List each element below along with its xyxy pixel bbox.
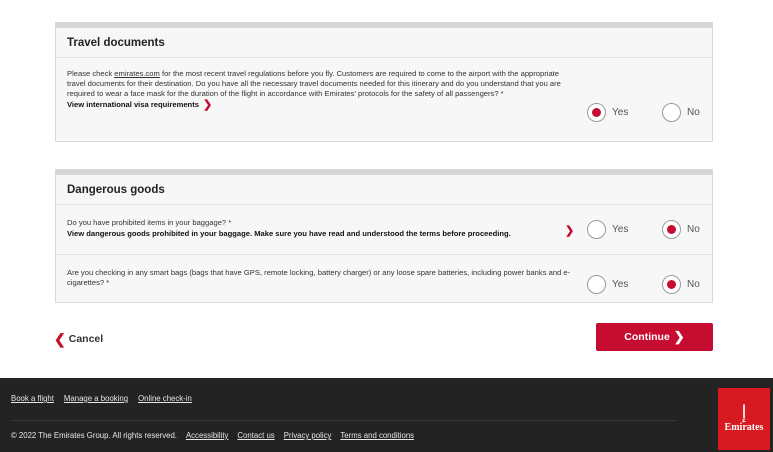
visa-requirements-link[interactable]: View international visa requirements ❯ [67, 99, 567, 111]
footer-link-manage-booking[interactable]: Manage a booking [64, 394, 128, 403]
radio-circle [587, 275, 606, 294]
footer-link-terms[interactable]: Terms and conditions [340, 431, 414, 440]
emirates-link[interactable]: emirates.com [114, 69, 160, 78]
radio-selected-dot [592, 108, 601, 117]
radio-selected-dot [667, 280, 676, 289]
prohibited-items-yes-radio[interactable]: Yes [587, 220, 628, 239]
footer: Book a flight Manage a booking Online ch… [0, 378, 773, 452]
smart-bags-no-radio[interactable]: No [662, 275, 700, 294]
dangerous-goods-panel: Dangerous goods Do you have prohibited i… [55, 169, 713, 303]
footer-link-book-flight[interactable]: Book a flight [11, 394, 54, 403]
travel-documents-panel: Travel documents Please check emirates.c… [55, 22, 713, 142]
cancel-label: Cancel [68, 333, 104, 345]
question-text-part: Please check [67, 69, 115, 78]
chevron-right-icon: ❯ [202, 99, 213, 111]
radio-label: No [687, 224, 700, 235]
chevron-right-icon[interactable]: ❯ [565, 226, 574, 237]
question-text: Please check emirates.com for the most r… [67, 69, 567, 111]
panel-title: Travel documents [67, 36, 165, 49]
radio-label: Yes [612, 107, 629, 118]
radio-label: Yes [612, 224, 629, 235]
prohibited-items-question: Do you have prohibited items in your bag… [56, 205, 712, 255]
chevron-right-icon: ❯ [673, 329, 685, 344]
logo-text: Emirates [724, 422, 764, 433]
footer-divider [11, 420, 676, 421]
cancel-button[interactable]: ❮ Cancel [54, 331, 104, 347]
radio-circle [662, 103, 681, 122]
question-text-line: Do you have prohibited items in your bag… [67, 218, 232, 227]
prohibited-items-no-radio[interactable]: No [662, 220, 700, 239]
visa-link-label: View international visa requirements [67, 100, 199, 109]
radio-selected-dot [667, 225, 676, 234]
question-text-line: Are you checking in any smart bags (bags… [67, 268, 571, 287]
radio-label: No [687, 107, 700, 118]
footer-bottom-links: © 2022 The Emirates Group. All rights re… [11, 431, 414, 440]
radio-label: Yes [612, 279, 629, 290]
question-text: Are you checking in any smart bags (bags… [67, 268, 572, 288]
continue-button[interactable]: Continue ❯ [596, 323, 713, 351]
dangerous-goods-link[interactable]: View dangerous goods prohibited in your … [67, 229, 567, 239]
travel-docs-no-radio[interactable]: No [662, 103, 700, 122]
footer-link-accessibility[interactable]: Accessibility [186, 431, 228, 440]
panel-header: Dangerous goods [56, 175, 712, 205]
radio-label: No [687, 279, 700, 290]
emirates-calligraphy-icon: إ [741, 402, 747, 423]
panel-title: Dangerous goods [67, 183, 165, 196]
question-text: Do you have prohibited items in your bag… [67, 218, 567, 239]
dangerous-goods-link-label: View dangerous goods prohibited in your … [67, 229, 511, 238]
smart-bags-question: Are you checking in any smart bags (bags… [56, 255, 712, 302]
smart-bags-yes-radio[interactable]: Yes [587, 275, 628, 294]
footer-top-links: Book a flight Manage a booking Online ch… [11, 394, 192, 403]
radio-circle [662, 275, 681, 294]
footer-link-privacy-policy[interactable]: Privacy policy [284, 431, 332, 440]
travel-documents-question: Please check emirates.com for the most r… [56, 58, 712, 141]
footer-link-contact-us[interactable]: Contact us [237, 431, 274, 440]
radio-circle [662, 220, 681, 239]
radio-circle [587, 103, 606, 122]
panel-header: Travel documents [56, 28, 712, 58]
emirates-logo[interactable]: إ Emirates [718, 388, 770, 450]
copyright-text: © 2022 The Emirates Group. All rights re… [11, 431, 177, 440]
continue-label: Continue [624, 331, 670, 343]
chevron-left-icon: ❮ [54, 331, 66, 347]
footer-link-online-checkin[interactable]: Online check-in [138, 394, 192, 403]
radio-circle [587, 220, 606, 239]
travel-docs-yes-radio[interactable]: Yes [587, 103, 628, 122]
